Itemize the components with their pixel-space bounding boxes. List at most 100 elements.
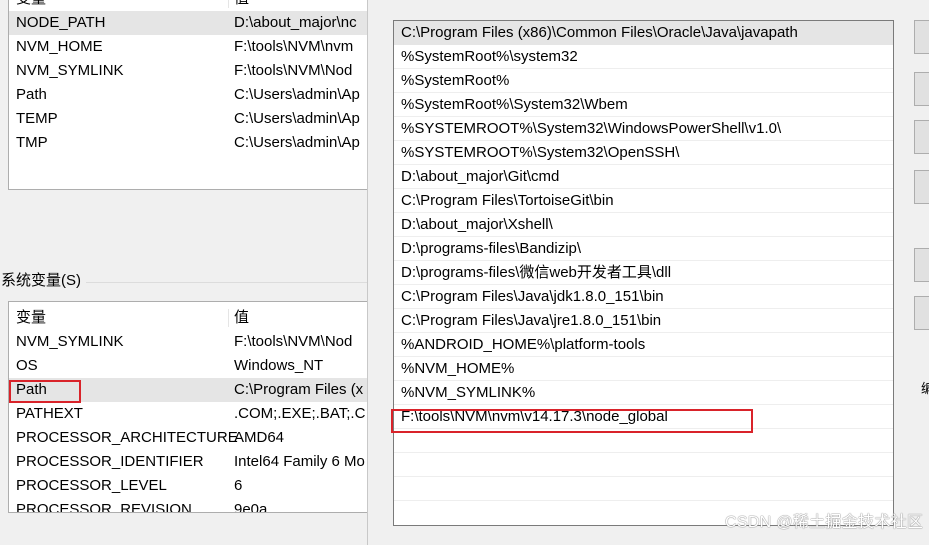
variable-value: F:\tools\NVM\Nod [234,62,353,79]
variable-name: NVM_SYMLINK [16,333,124,350]
system-variables-header: 变量 值 [9,306,369,330]
variable-column-header[interactable]: 变量 [16,0,46,11]
path-entry-text: D:\programs-files\微信web开发者工具\dll [401,264,672,281]
system-variable-row-processor-identifier[interactable]: PROCESSOR_IDENTIFIER Intel64 Family 6 Mo [9,450,369,474]
system-variable-row-processor-architecture[interactable]: PROCESSOR_ARCHITECTURE AMD64 [9,426,369,450]
user-variable-row-tmp[interactable]: TMP C:\Users\admin\Ap [9,131,369,155]
variable-value: C:\Users\admin\Ap [234,86,360,103]
edit-path-dialog: C:\Program Files (x86)\Common Files\Orac… [367,0,929,545]
path-entry-text: C:\Program Files\Java\jre1.8.0_151\bin [401,312,662,329]
variable-name: OS [16,357,38,374]
edit-text-button-label[interactable]: 编 [921,378,929,397]
path-entry-node-global[interactable]: F:\tools\NVM\nvm\v14.17.3\node_global [394,405,893,429]
browse-button[interactable] [914,120,929,154]
path-entry-text: %NVM_SYMLINK% [401,384,536,401]
variable-value: F:\tools\NVM\Nod [234,333,353,350]
user-variables-header: 变量 值 [9,0,369,11]
variable-value: F:\tools\NVM\nvm [234,38,354,55]
variable-value: .COM;.EXE;.BAT;.C [234,405,366,422]
path-entry-text: D:\about_major\Xshell\ [401,216,553,233]
variable-name: Path [16,381,47,398]
path-entry-text: %SYSTEMROOT%\System32\WindowsPowerShell\… [401,120,782,137]
variable-value: Intel64 Family 6 Mo [234,453,365,470]
system-variable-row-processor-level[interactable]: PROCESSOR_LEVEL 6 [9,474,369,498]
path-entry-text: C:\Program Files\Java\jdk1.8.0_151\bin [401,288,664,305]
system-variable-row-path[interactable]: Path C:\Program Files (x [9,378,369,402]
system-variable-row-os[interactable]: OS Windows_NT [9,354,369,378]
user-variable-row-node-path[interactable]: NODE_PATH D:\about_major\nc [9,11,369,35]
variable-name: NODE_PATH [16,14,106,31]
variable-value: C:\Users\admin\Ap [234,110,360,127]
edit-button[interactable] [914,72,929,106]
delete-button[interactable] [914,170,929,204]
path-entry[interactable]: %ANDROID_HOME%\platform-tools [394,333,893,357]
variable-name: NVM_HOME [16,38,103,55]
path-entry[interactable]: %SYSTEMROOT%\System32\OpenSSH\ [394,141,893,165]
path-entry-text: D:\about_major\Git\cmd [401,168,560,185]
path-entry[interactable]: C:\Program Files\Java\jdk1.8.0_151\bin [394,285,893,309]
variable-value: C:\Program Files (x [234,381,364,398]
path-entry-text: %SystemRoot%\system32 [401,48,578,65]
variable-name: PROCESSOR_REVISION [16,501,192,513]
path-entry-text: F:\tools\NVM\nvm\v14.17.3\node_global [401,408,668,425]
path-entry[interactable]: D:\about_major\Xshell\ [394,213,893,237]
variable-value: AMD64 [234,429,285,446]
user-variables-list: 变量 值 NODE_PATH D:\about_major\nc NVM_HOM… [8,0,370,190]
path-entry[interactable]: D:\about_major\Git\cmd [394,165,893,189]
path-entry[interactable]: D:\programs-files\Bandizip\ [394,237,893,261]
path-entries-list: C:\Program Files (x86)\Common Files\Orac… [393,20,894,526]
variable-value: Windows_NT [234,357,324,374]
variable-name: TMP [16,134,48,151]
move-up-button[interactable] [914,248,929,282]
path-entry[interactable]: %NVM_SYMLINK% [394,381,893,405]
new-button[interactable] [914,20,929,54]
path-entry-empty[interactable] [394,477,893,501]
path-entry[interactable]: %SYSTEMROOT%\System32\WindowsPowerShell\… [394,117,893,141]
path-entry-empty[interactable] [394,429,893,453]
path-entry-text: %NVM_HOME% [401,360,515,377]
system-variables-label: 系统变量(S) [1,272,81,289]
column-separator [228,0,229,8]
path-entry[interactable]: C:\Program Files (x86)\Common Files\Orac… [394,21,893,45]
move-down-button[interactable] [914,296,929,330]
value-column-header[interactable]: 值 [234,306,249,330]
path-entry[interactable]: %SystemRoot% [394,69,893,93]
user-variable-row-path[interactable]: Path C:\Users\admin\Ap [9,83,369,107]
variable-name: PROCESSOR_ARCHITECTURE [16,429,238,446]
system-variable-row-processor-revision[interactable]: PROCESSOR_REVISION 9e0a [9,498,369,513]
path-entry-text: %ANDROID_HOME%\platform-tools [401,336,646,353]
user-variable-row-temp[interactable]: TEMP C:\Users\admin\Ap [9,107,369,131]
variable-name: TEMP [16,110,58,127]
variable-value: D:\about_major\nc [234,14,357,31]
variable-name: PROCESSOR_LEVEL [16,477,167,494]
section-divider [86,282,368,283]
path-entry-text: C:\Program Files\TortoiseGit\bin [401,192,614,209]
value-column-header[interactable]: 值 [234,0,249,11]
path-entry[interactable]: D:\programs-files\微信web开发者工具\dll [394,261,893,285]
user-variable-row-nvm-home[interactable]: NVM_HOME F:\tools\NVM\nvm [9,35,369,59]
system-variables-list: 变量 值 NVM_SYMLINK F:\tools\NVM\Nod OS Win… [8,301,370,513]
variable-name: PATHEXT [16,405,83,422]
path-entry-text: %SystemRoot%\System32\Wbem [401,96,628,113]
variable-name: PROCESSOR_IDENTIFIER [16,453,204,470]
path-entry[interactable]: C:\Program Files\TortoiseGit\bin [394,189,893,213]
path-entry-text: %SystemRoot% [401,72,510,89]
path-entry-empty[interactable] [394,453,893,477]
watermark: CSDN @稀土掘金技术社区 [725,514,924,531]
column-separator [228,309,229,327]
path-entry[interactable]: %NVM_HOME% [394,357,893,381]
variable-value: C:\Users\admin\Ap [234,134,360,151]
variable-value: 6 [234,477,243,494]
path-entry[interactable]: %SystemRoot%\System32\Wbem [394,93,893,117]
path-entry-text: %SYSTEMROOT%\System32\OpenSSH\ [401,144,680,161]
path-entry[interactable]: %SystemRoot%\system32 [394,45,893,69]
path-entry[interactable]: C:\Program Files\Java\jre1.8.0_151\bin [394,309,893,333]
system-variable-row-nvm-symlink[interactable]: NVM_SYMLINK F:\tools\NVM\Nod [9,330,369,354]
system-variable-row-pathext[interactable]: PATHEXT .COM;.EXE;.BAT;.C [9,402,369,426]
user-variable-row-nvm-symlink[interactable]: NVM_SYMLINK F:\tools\NVM\Nod [9,59,369,83]
path-entry-text: C:\Program Files (x86)\Common Files\Orac… [401,24,798,41]
variable-name: NVM_SYMLINK [16,62,124,79]
variable-name: Path [16,86,47,103]
path-entry-text: D:\programs-files\Bandizip\ [401,240,582,257]
variable-column-header[interactable]: 变量 [16,306,46,330]
